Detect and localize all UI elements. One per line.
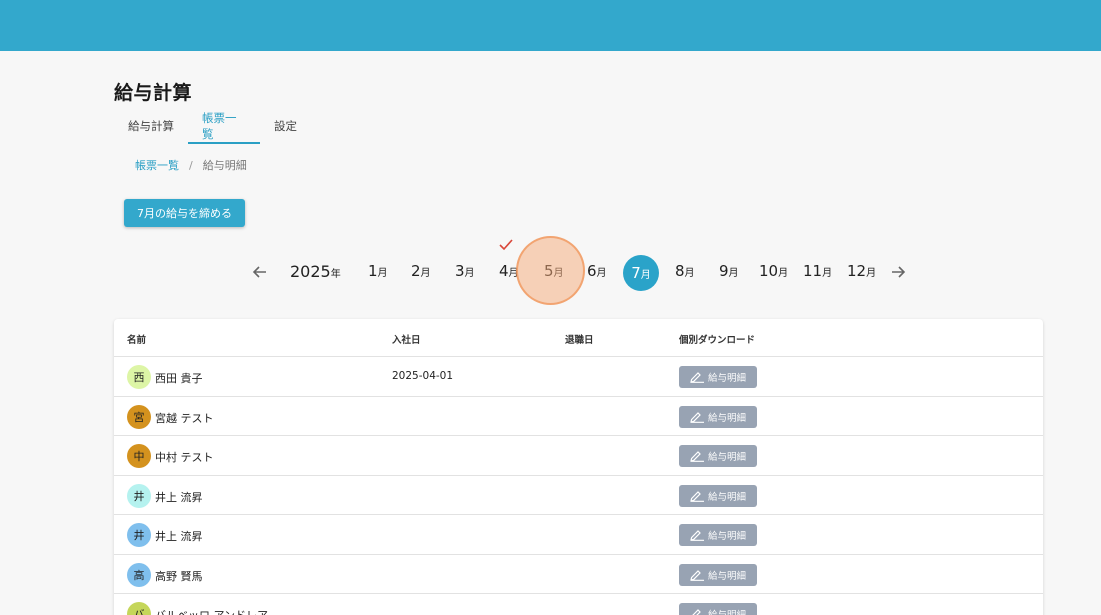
download-payslip-button[interactable]: 給与明細 — [679, 524, 757, 546]
joined-date: 2025-04-01 — [392, 370, 454, 382]
close-payroll-button[interactable]: 7月の給与を締める — [124, 199, 245, 227]
avatar: バ — [127, 602, 151, 615]
header-download: 個別ダウンロード — [679, 335, 756, 346]
download-payslip-button[interactable]: 給与明細 — [679, 445, 757, 467]
table-row: 高 高野 賢馬 給与明細 — [114, 555, 1043, 594]
arrow-left-icon — [252, 266, 266, 278]
prev-year-button[interactable] — [250, 262, 270, 282]
employee-name: 中村 テスト — [155, 451, 214, 464]
breadcrumb: 帳票一覧 / 給与明細 — [135, 157, 247, 173]
avatar: 中 — [127, 444, 151, 468]
tab-bar: 給与計算 帳票一覧 設定 — [114, 108, 328, 144]
table-row: 宮 宮越 テスト 給与明細 — [114, 397, 1043, 436]
table-header: 名前 入社日 退職日 個別ダウンロード — [114, 319, 1043, 357]
employee-name: バルベッロ アンドレア — [155, 607, 268, 615]
table-row: バ バルベッロ アンドレア 給与明細 — [114, 594, 1043, 615]
download-label: 給与明細 — [707, 570, 746, 582]
download-label: 給与明細 — [707, 452, 746, 463]
table-row: 中 中村 テスト 給与明細 — [114, 436, 1043, 476]
month-11[interactable]: 11月 — [803, 262, 832, 280]
table-row: 井 井上 流昇 給与明細 — [114, 515, 1043, 555]
avatar: 西 — [127, 365, 151, 389]
next-year-button[interactable] — [888, 262, 908, 282]
app-header-bar — [0, 0, 1101, 51]
download-payslip-button[interactable]: 給与明細 — [679, 366, 757, 388]
month-2[interactable]: 2月 — [411, 262, 431, 280]
month-6[interactable]: 6月 — [587, 262, 607, 280]
employee-name: 高野 賢馬 — [155, 569, 203, 583]
table-row: 井 井上 流昇 給与明細 — [114, 476, 1043, 515]
employee-name: 井上 流昇 — [155, 490, 203, 504]
month-8[interactable]: 8月 — [675, 262, 695, 280]
table-row: 西 西田 貴子 2025-04-01 給与明細 — [114, 357, 1043, 397]
month-1[interactable]: 1月 — [368, 262, 388, 280]
download-payslip-button[interactable]: 給与明細 — [679, 484, 757, 507]
month-4[interactable]: 4月 — [499, 262, 519, 280]
avatar: 井 — [127, 483, 151, 508]
download-label: 給与明細 — [708, 607, 746, 615]
pencil-icon — [690, 451, 704, 462]
month-12[interactable]: 12月 — [847, 262, 876, 280]
avatar: 井 — [127, 523, 151, 547]
month-9[interactable]: 9月 — [719, 262, 739, 280]
pencil-icon — [692, 609, 701, 615]
download-payslip-button[interactable]: 給与明細 — [679, 405, 757, 428]
breadcrumb-parent-link[interactable]: 帳票一覧 — [135, 157, 179, 173]
pencil-icon — [690, 490, 704, 502]
avatar: 高 — [127, 562, 151, 587]
arrow-right-icon — [892, 266, 906, 278]
employee-table: 名前 入社日 退職日 個別ダウンロード 西 西田 貴子 2025-04-01 給… — [114, 319, 1043, 615]
month-5[interactable]: 5月 — [544, 262, 564, 280]
employee-name: 宮越 テスト — [155, 411, 214, 425]
pencil-icon — [690, 530, 704, 541]
download-label: 給与明細 — [707, 373, 746, 384]
download-payslip-button[interactable]: 給与明細 — [679, 563, 757, 586]
breadcrumb-current: 給与明細 — [202, 159, 247, 172]
download-label: 給与明細 — [707, 412, 746, 424]
download-label: 給与明細 — [707, 491, 746, 503]
tab-reports[interactable]: 帳票一覧 — [188, 108, 260, 144]
pencil-icon — [690, 569, 704, 581]
employee-name: 井上 流昇 — [155, 530, 203, 543]
month-3[interactable]: 3月 — [455, 262, 475, 280]
download-payslip-button[interactable]: 給与明細 — [679, 603, 757, 615]
year-label: 2025年 — [290, 262, 341, 281]
download-label: 給与明細 — [707, 531, 746, 542]
month-10[interactable]: 10月 — [759, 262, 788, 280]
pencil-icon — [690, 411, 704, 423]
header-left: 退職日 — [565, 335, 594, 346]
employee-name: 西田 貴子 — [155, 372, 203, 385]
month-7-selected[interactable]: 7月 — [623, 255, 659, 291]
breadcrumb-separator: / — [189, 158, 193, 172]
avatar: 宮 — [127, 404, 151, 429]
page-title: 給与計算 — [114, 82, 193, 104]
header-name: 名前 — [127, 335, 147, 346]
tab-payroll[interactable]: 給与計算 — [114, 108, 188, 144]
check-icon — [499, 239, 513, 251]
pencil-icon — [690, 372, 704, 383]
header-joined: 入社日 — [392, 335, 421, 346]
tab-settings[interactable]: 設定 — [260, 108, 328, 144]
